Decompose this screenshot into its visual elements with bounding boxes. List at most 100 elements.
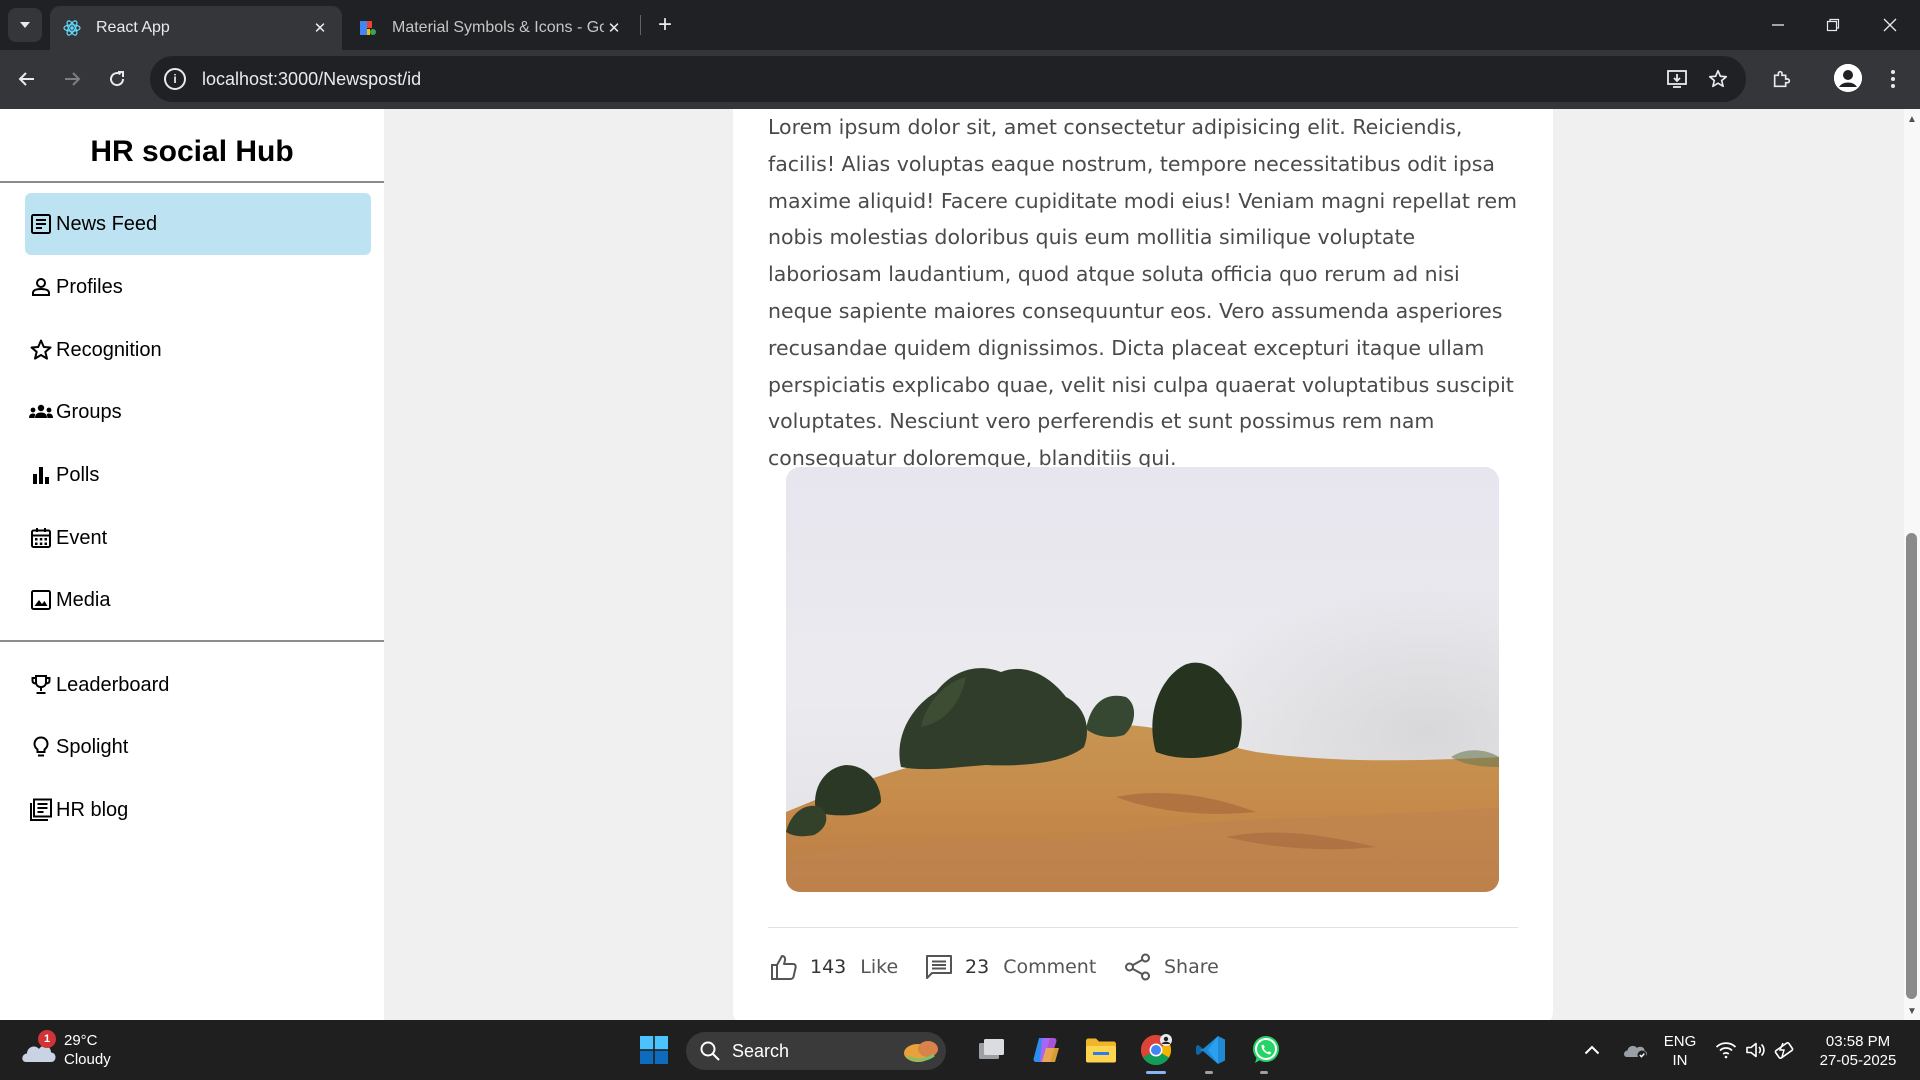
like-label: Like (860, 956, 899, 978)
extensions-icon[interactable] (1765, 62, 1799, 96)
sidebar-item-label: News Feed (56, 212, 158, 235)
sidebar-item-event[interactable]: Event (25, 507, 371, 569)
onedrive-icon[interactable] (1620, 1036, 1650, 1064)
install-app-icon[interactable] (1664, 66, 1690, 92)
bar-chart-icon (28, 462, 54, 488)
tab-separator (640, 15, 641, 35)
tab-react-app[interactable]: React App ✕ (50, 6, 342, 50)
back-button[interactable] (10, 62, 44, 96)
url-text[interactable]: localhost:3000/Newspost/id (202, 69, 421, 90)
clock-time: 03:58 PM (1825, 1033, 1891, 1050)
bookmark-star-icon[interactable] (1705, 66, 1731, 92)
sidebar-item-label: Groups (56, 400, 122, 423)
comment-icon (923, 951, 955, 983)
post-actions-divider (768, 927, 1518, 928)
tab-search-button[interactable] (8, 8, 42, 42)
sidebar-item-label: Event (56, 526, 108, 549)
clock-date: 27-05-2025 (1819, 1052, 1897, 1069)
clock[interactable]: 03:58 PM 27-05-2025 (1808, 1032, 1908, 1070)
vscode-running-indicator (1205, 1071, 1213, 1074)
share-label: Share (1164, 956, 1219, 978)
tab-material-symbols[interactable]: Material Symbols & Icons - Goo ✕ (346, 6, 636, 50)
taskbar-search[interactable]: Search (686, 1032, 946, 1070)
comment-button[interactable]: 23 Comment (923, 949, 1096, 985)
groups-icon (28, 399, 54, 425)
brand-title: HR social Hub (90, 135, 294, 168)
sidebar-item-label: Profiles (56, 275, 123, 298)
close-icon (1883, 18, 1897, 32)
copilot-icon (1033, 1038, 1059, 1062)
restore-button[interactable] (1813, 8, 1853, 42)
site-info-icon[interactable]: i (164, 68, 186, 90)
sidebar-item-leaderboard[interactable]: Leaderboard (25, 654, 371, 716)
chrome-active-indicator (1146, 1071, 1166, 1074)
chevron-up-icon (1584, 1045, 1600, 1055)
sidebar-item-news-feed[interactable]: News Feed (25, 193, 371, 255)
show-hidden-icons-button[interactable] (1580, 1036, 1604, 1064)
scrollbar-thumb[interactable] (1906, 533, 1917, 999)
sidebar-item-label: Spolight (56, 735, 129, 758)
profile-avatar[interactable] (1834, 64, 1862, 92)
sidebar-item-recognition[interactable]: Recognition (25, 319, 371, 381)
post-body: Lorem ipsum dolor sit, amet consectetur … (768, 115, 1518, 471)
chevron-down-icon (20, 22, 30, 28)
share-icon (1122, 951, 1154, 983)
sidebar-item-groups[interactable]: Groups (25, 381, 371, 443)
new-tab-button[interactable]: + (650, 10, 680, 40)
arrow-back-icon (18, 72, 34, 86)
sidebar-item-profiles[interactable]: Profiles (25, 256, 371, 318)
google-fonts-icon (358, 18, 378, 38)
close-window-button[interactable] (1870, 8, 1910, 42)
sidebar-item-media[interactable]: Media (25, 569, 371, 631)
comment-label: Comment (1003, 956, 1097, 978)
weather-temp: 29°C (64, 1032, 98, 1049)
sidebar-item-hr-blog[interactable]: HR blog (25, 779, 371, 841)
article-icon (28, 211, 54, 237)
language-region: IN (1672, 1052, 1688, 1069)
reload-button[interactable] (100, 62, 134, 96)
vscode-app[interactable] (1191, 1030, 1231, 1070)
sidebar-item-polls[interactable]: Polls (25, 444, 371, 506)
close-icon[interactable]: ✕ (604, 18, 624, 38)
vscode-icon (1196, 1036, 1225, 1064)
post-image[interactable] (786, 467, 1499, 892)
folder-icon (1086, 1038, 1116, 1063)
scroll-down-arrow-icon[interactable]: ▼ (1904, 1004, 1920, 1018)
scroll-up-arrow-icon[interactable]: ▲ (1904, 112, 1920, 126)
comment-count: 23 (965, 956, 990, 978)
sidebar-divider (0, 640, 384, 642)
whatsapp-app[interactable] (1246, 1030, 1286, 1070)
cloud-icon: 1 (20, 1030, 60, 1068)
sidebar-item-spotlight[interactable]: Spolight (25, 716, 371, 778)
chrome-app[interactable] (1136, 1030, 1176, 1070)
person-icon (28, 274, 54, 300)
whatsapp-running-indicator (1260, 1071, 1268, 1074)
file-explorer-app[interactable] (1081, 1030, 1121, 1070)
weather-widget[interactable]: 1 29°C Cloudy (20, 1028, 111, 1072)
sidebar-item-label: Leaderboard (56, 673, 170, 696)
minimize-button[interactable] (1758, 8, 1798, 42)
share-button[interactable]: Share (1122, 949, 1219, 985)
profile-avatar-icon (1834, 64, 1862, 92)
battery-icon[interactable] (1772, 1036, 1800, 1064)
close-icon[interactable]: ✕ (310, 18, 330, 38)
like-button[interactable]: 143 Like (768, 949, 898, 985)
forward-button[interactable] (55, 62, 89, 96)
weather-desc: Cloudy (64, 1051, 111, 1068)
language-indicator[interactable]: ENG IN (1660, 1032, 1700, 1070)
copilot-app[interactable] (1026, 1030, 1066, 1070)
chrome-icon (1140, 1034, 1172, 1066)
start-button[interactable] (634, 1030, 674, 1070)
volume-icon[interactable] (1742, 1036, 1770, 1064)
tab-title: React App (96, 19, 170, 36)
weather-badge: 1 (38, 1030, 56, 1048)
lightbulb-icon (28, 734, 54, 760)
task-view-button[interactable] (972, 1030, 1012, 1070)
more-vert-icon[interactable] (1876, 62, 1910, 96)
wifi-icon[interactable] (1712, 1036, 1740, 1064)
sidebar-item-label: Media (56, 588, 111, 611)
search-highlight-icon (900, 1037, 944, 1070)
address-bar[interactable]: i localhost:3000/Newspost/id (150, 56, 1746, 102)
newspaper-icon (28, 797, 54, 823)
browser-tab-strip: React App ✕ Material Symbols & Icons - G… (0, 0, 1920, 50)
